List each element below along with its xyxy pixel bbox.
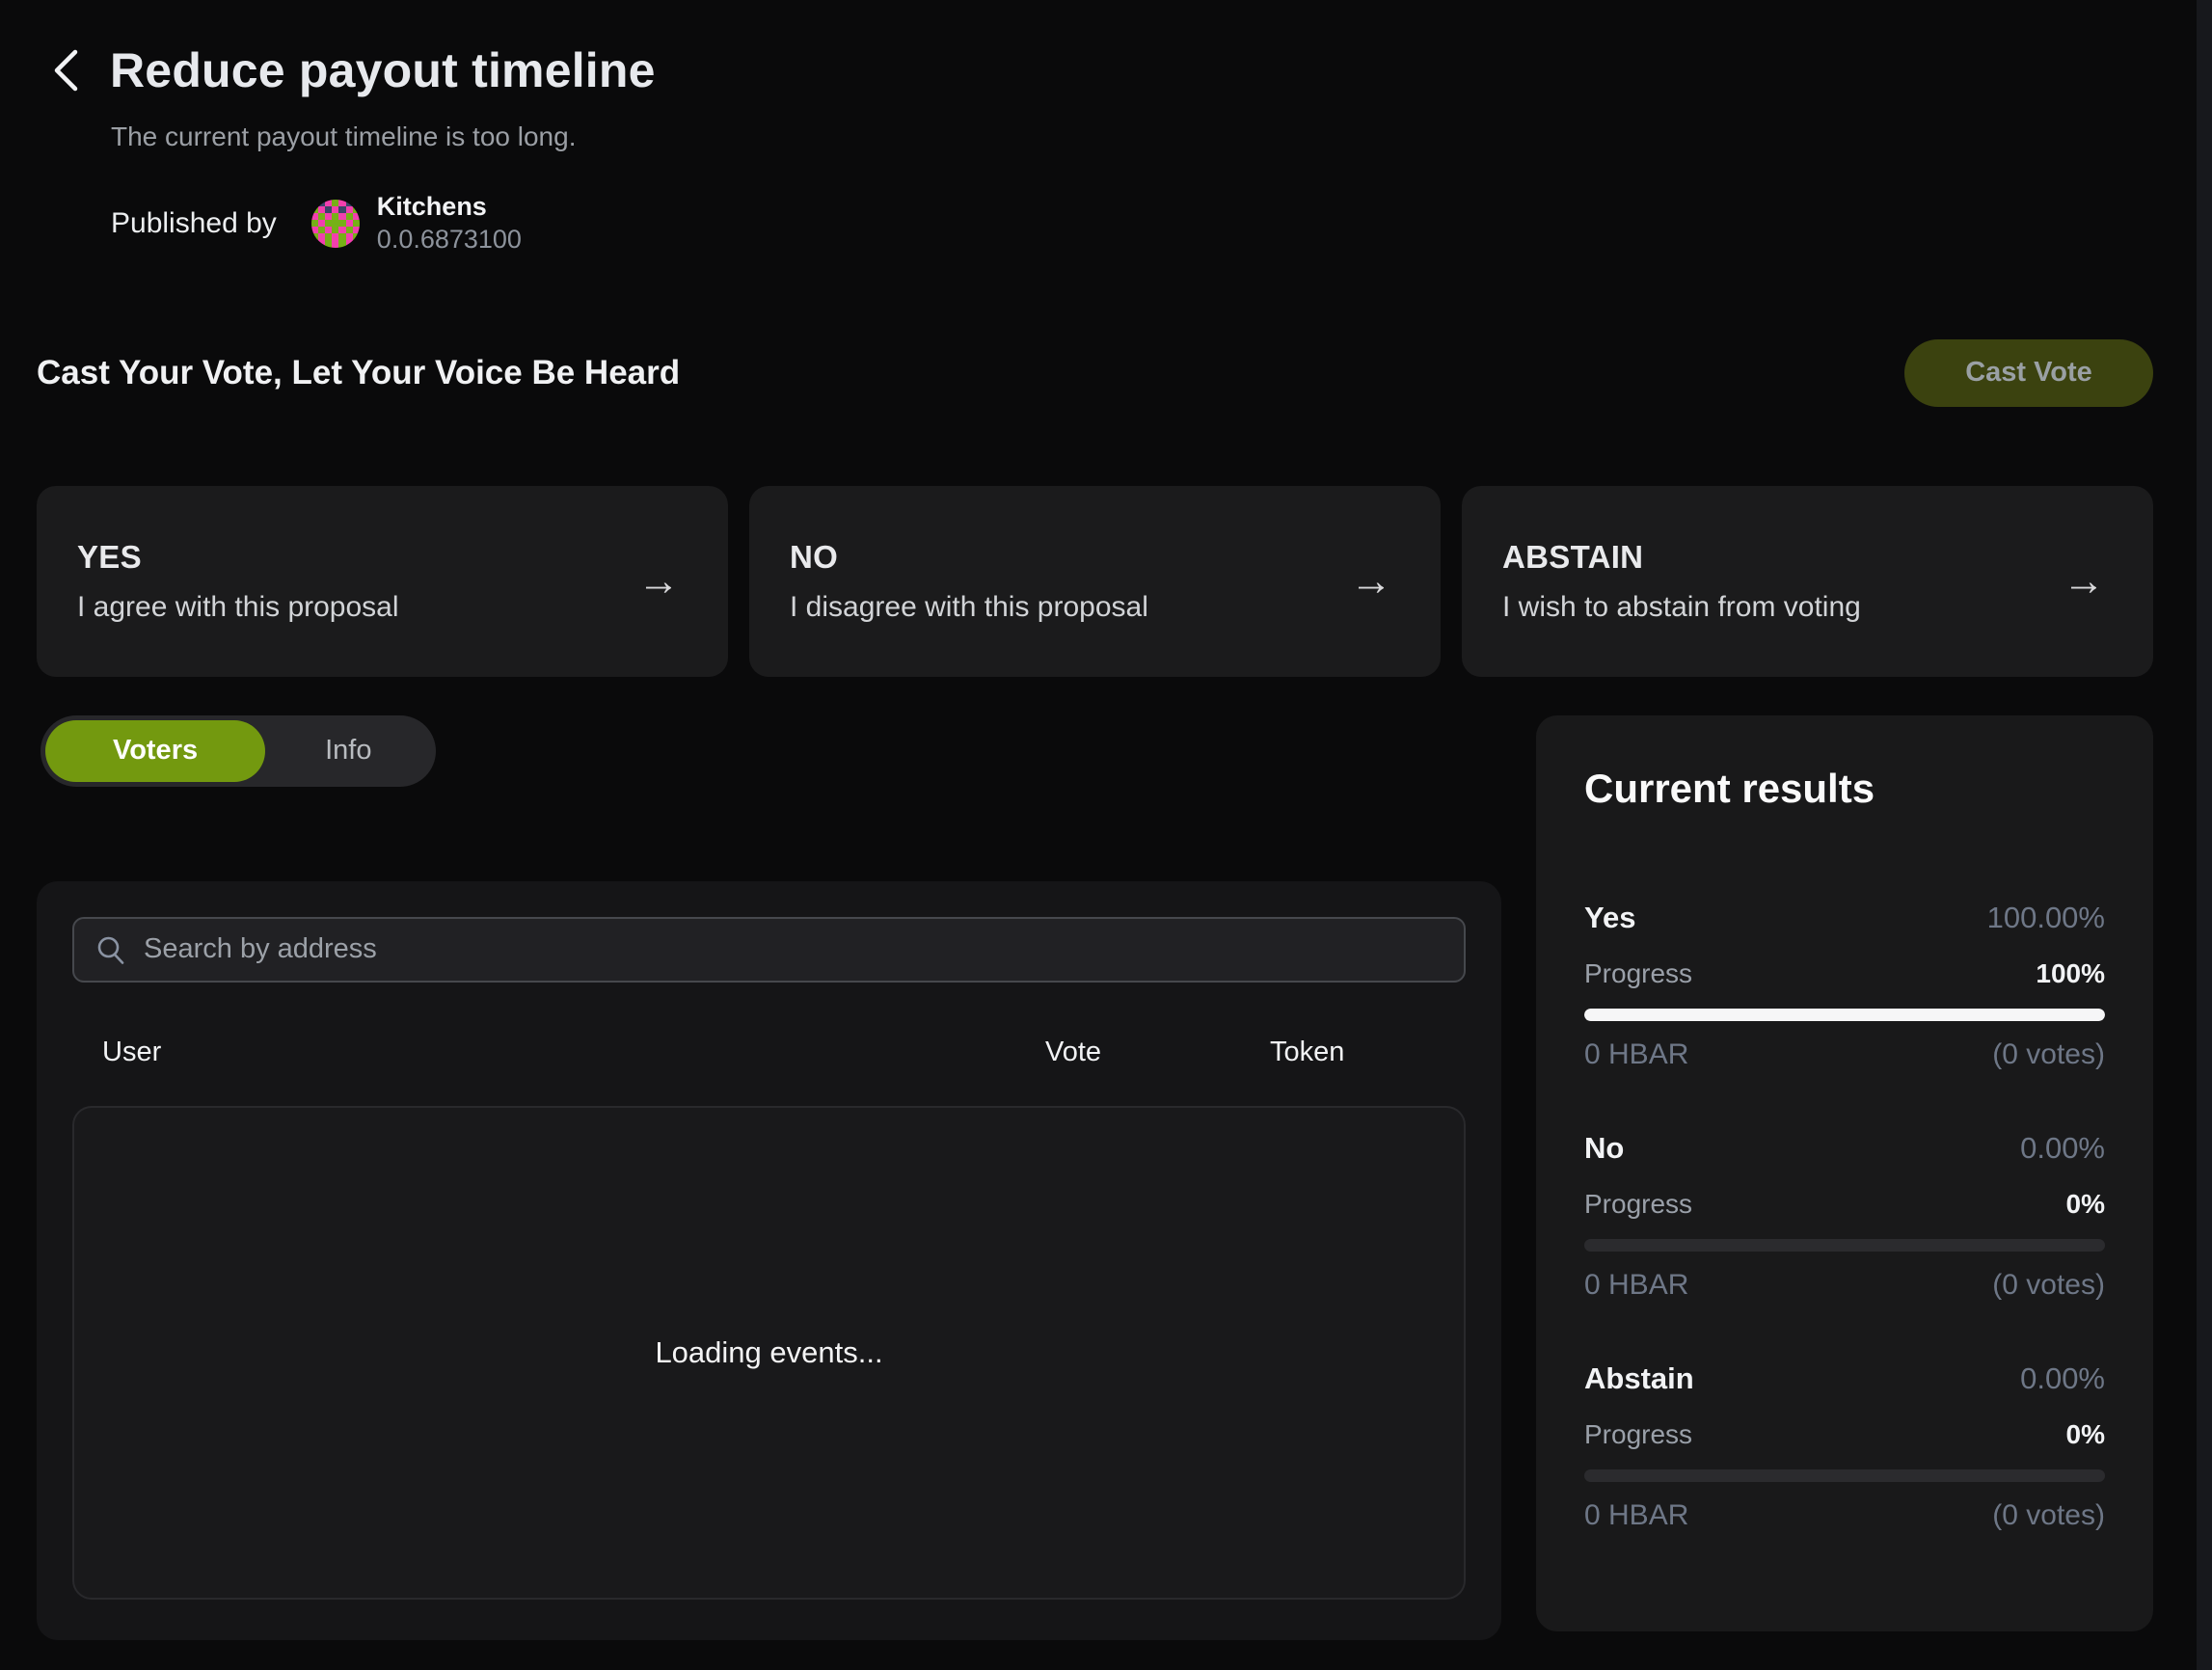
scrollbar[interactable] bbox=[2197, 0, 2212, 1670]
back-button[interactable] bbox=[46, 47, 85, 94]
progress-value: 100% bbox=[2036, 958, 2105, 989]
results-title: Current results bbox=[1584, 766, 2105, 812]
proposal-subtitle: The current payout timeline is too long. bbox=[111, 121, 2153, 152]
page-title: Reduce payout timeline bbox=[110, 42, 656, 98]
result-amount: 0 HBAR bbox=[1584, 1269, 1688, 1302]
cast-vote-heading: Cast Your Vote, Let Your Voice Be Heard bbox=[37, 354, 680, 392]
cast-vote-button[interactable]: Cast Vote bbox=[1904, 339, 2153, 407]
vote-option-abstain[interactable]: ABSTAIN I wish to abstain from voting → bbox=[1462, 486, 2153, 677]
result-row-abstain: Abstain 0.00% Progress 0% 0 HBAR (0 vote… bbox=[1584, 1361, 2105, 1532]
result-label: No bbox=[1584, 1131, 1624, 1166]
arrow-right-icon: → bbox=[1350, 560, 1392, 603]
publisher-row: Published by Kitchens 0.0.6873100 bbox=[111, 191, 2153, 256]
arrow-right-icon: → bbox=[637, 560, 680, 603]
vote-option-yes[interactable]: YES I agree with this proposal → bbox=[37, 486, 728, 677]
progress-value: 0% bbox=[2066, 1419, 2105, 1450]
result-amount: 0 HBAR bbox=[1584, 1038, 1688, 1071]
result-row-yes: Yes 100.00% Progress 100% 0 HBAR (0 vote… bbox=[1584, 901, 2105, 1071]
voters-panel: User Vote Token Loading events... bbox=[37, 881, 1501, 1640]
result-percent: 0.00% bbox=[2020, 1361, 2105, 1396]
vote-options: YES I agree with this proposal → NO I di… bbox=[37, 486, 2153, 677]
vote-option-description: I wish to abstain from voting bbox=[1502, 591, 1861, 624]
column-header-token: Token bbox=[1270, 1037, 1344, 1068]
published-by-label: Published by bbox=[111, 207, 277, 240]
current-results-card: Current results Yes 100.00% Progress 100… bbox=[1536, 715, 2153, 1631]
search-input[interactable] bbox=[144, 933, 1443, 965]
proposal-page: Reduce payout timeline The current payou… bbox=[37, 0, 2153, 1640]
voters-table-header: User Vote Token bbox=[72, 1037, 1466, 1069]
result-label: Abstain bbox=[1584, 1361, 1694, 1396]
publisher-account-id: 0.0.6873100 bbox=[377, 224, 522, 256]
result-percent: 100.00% bbox=[1987, 901, 2105, 935]
progress-bar bbox=[1584, 1009, 2105, 1021]
vote-option-description: I agree with this proposal bbox=[77, 591, 399, 624]
vote-option-no[interactable]: NO I disagree with this proposal → bbox=[749, 486, 1441, 677]
arrow-right-icon: → bbox=[2063, 560, 2105, 603]
result-row-no: No 0.00% Progress 0% 0 HBAR (0 votes) bbox=[1584, 1131, 2105, 1302]
publisher-name: Kitchens bbox=[377, 191, 522, 224]
tab-info[interactable]: Info bbox=[265, 720, 431, 782]
progress-value: 0% bbox=[2066, 1189, 2105, 1220]
progress-label: Progress bbox=[1584, 1189, 1692, 1220]
vote-option-title: ABSTAIN bbox=[1502, 539, 1861, 576]
result-label: Yes bbox=[1584, 901, 1635, 935]
tab-bar: Voters Info bbox=[40, 715, 436, 787]
chevron-left-icon bbox=[52, 48, 79, 93]
result-votes: (0 votes) bbox=[1992, 1499, 2105, 1532]
vote-option-title: NO bbox=[790, 539, 1148, 576]
vote-option-description: I disagree with this proposal bbox=[790, 591, 1148, 624]
progress-label: Progress bbox=[1584, 1419, 1692, 1450]
column-header-user: User bbox=[102, 1037, 161, 1068]
header: Reduce payout timeline bbox=[37, 0, 2153, 98]
publisher-avatar bbox=[311, 200, 360, 248]
tab-voters[interactable]: Voters bbox=[45, 720, 265, 782]
cast-vote-section: Cast Your Vote, Let Your Voice Be Heard … bbox=[37, 339, 2153, 407]
search-box bbox=[72, 917, 1466, 983]
search-icon bbox=[95, 934, 126, 965]
result-votes: (0 votes) bbox=[1992, 1269, 2105, 1302]
result-percent: 0.00% bbox=[2020, 1131, 2105, 1166]
column-header-vote: Vote bbox=[1045, 1037, 1101, 1068]
vote-option-title: YES bbox=[77, 539, 399, 576]
result-amount: 0 HBAR bbox=[1584, 1499, 1688, 1532]
progress-bar bbox=[1584, 1469, 2105, 1482]
progress-bar bbox=[1584, 1239, 2105, 1252]
events-panel: Loading events... bbox=[72, 1106, 1466, 1600]
result-votes: (0 votes) bbox=[1992, 1038, 2105, 1071]
progress-label: Progress bbox=[1584, 958, 1692, 989]
loading-status: Loading events... bbox=[655, 1335, 882, 1370]
